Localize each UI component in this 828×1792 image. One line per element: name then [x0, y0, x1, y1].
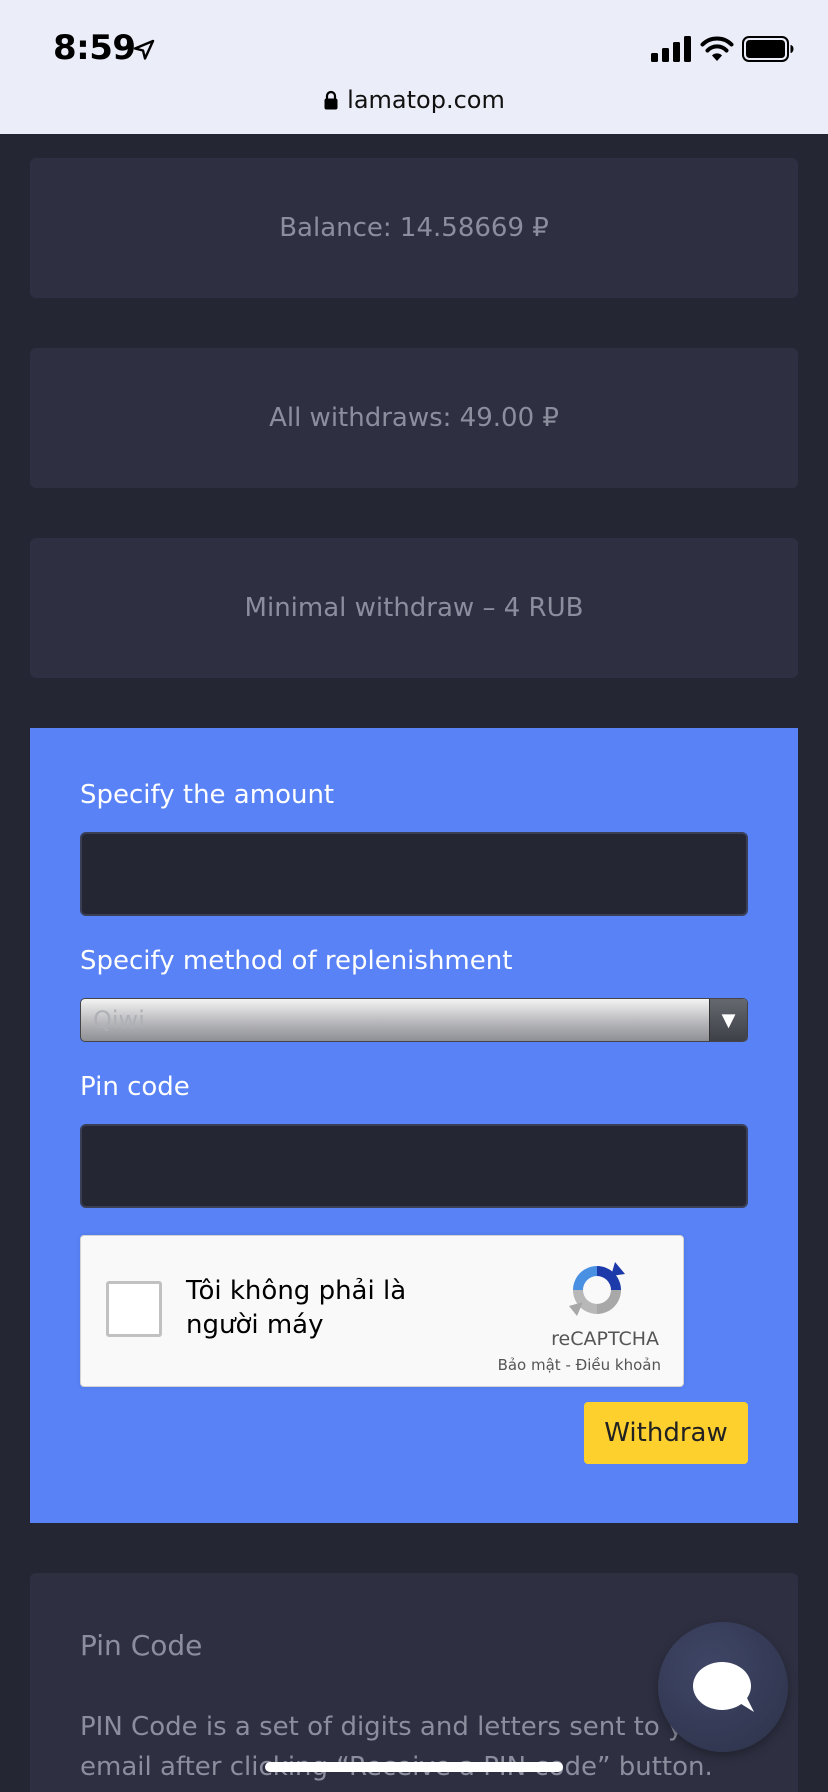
- method-select[interactable]: Qiwi ▼: [80, 998, 748, 1042]
- url-text: lamatop.com: [347, 86, 505, 114]
- recaptcha-logo-icon: [569, 1262, 625, 1316]
- wifi-icon: [700, 36, 734, 61]
- balance-card: Balance: 14.58669 ₽: [30, 158, 798, 298]
- minimal-withdraw-text: Minimal withdraw – 4 RUB: [244, 593, 584, 623]
- recaptcha-widget: Tôi không phải là người máy reCAPTCHA Bả…: [80, 1235, 684, 1387]
- status-time: 8:59: [53, 28, 136, 68]
- withdraw-button[interactable]: Withdraw: [584, 1402, 748, 1464]
- pin-info-title: Pin Code: [80, 1629, 203, 1662]
- address-bar[interactable]: lamatop.com: [0, 86, 828, 114]
- all-withdraws-card: All withdraws: 49.00 ₽: [30, 348, 798, 488]
- all-withdraws-text: All withdraws: 49.00 ₽: [269, 403, 559, 433]
- recaptcha-label: Tôi không phải là người máy: [186, 1276, 407, 1340]
- recaptcha-privacy-terms-links[interactable]: Bảo mật - Điều khoản: [498, 1356, 661, 1374]
- pin-info-description: PIN Code is a set of digits and letters …: [80, 1712, 727, 1782]
- withdraw-form: Specify the amount Specify method of rep…: [30, 728, 798, 1523]
- location-arrow-icon: [133, 39, 155, 60]
- chat-button[interactable]: [658, 1622, 788, 1752]
- balance-text: Balance: 14.58669 ₽: [279, 213, 549, 243]
- chat-bubble-icon: [693, 1662, 754, 1712]
- method-selected-value: Qiwi: [93, 1006, 145, 1034]
- status-bar: 8:59 lamatop.com: [0, 0, 828, 134]
- amount-label: Specify the amount: [80, 780, 335, 810]
- recaptcha-checkbox[interactable]: [106, 1281, 162, 1337]
- chevron-down-icon[interactable]: ▼: [709, 999, 747, 1041]
- signal-icon: [651, 36, 691, 62]
- battery-icon: [742, 36, 794, 62]
- home-indicator: [265, 1762, 563, 1772]
- method-label: Specify method of replenishment: [80, 946, 513, 976]
- recaptcha-brand: reCAPTCHA: [551, 1328, 659, 1350]
- pin-input[interactable]: [80, 1124, 748, 1208]
- pin-label: Pin code: [80, 1072, 190, 1102]
- amount-input[interactable]: [80, 832, 748, 916]
- lock-icon: [324, 90, 338, 110]
- minimal-withdraw-card: Minimal withdraw – 4 RUB: [30, 538, 798, 678]
